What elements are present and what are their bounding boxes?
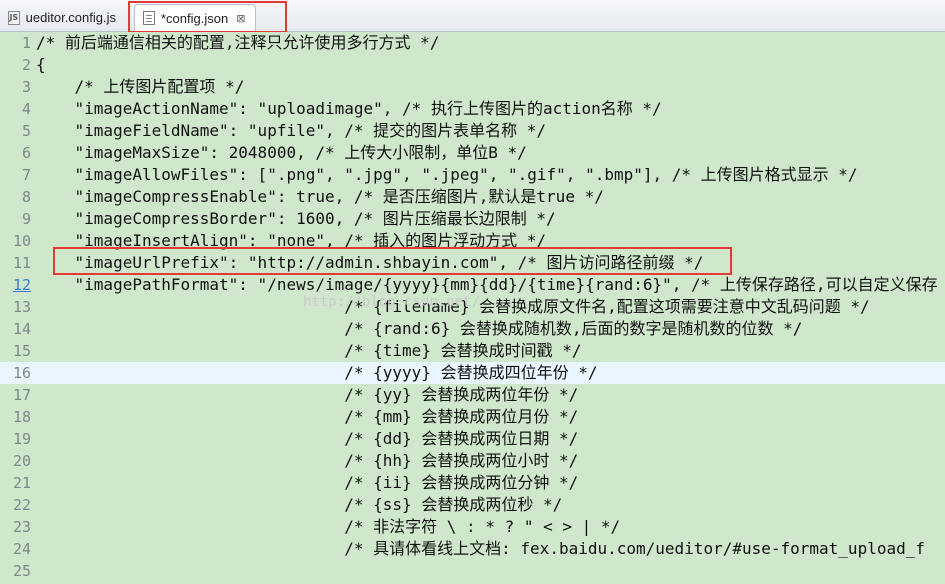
code-line[interactable]: 18 /* {mm} 会替换成两位月份 */: [0, 406, 945, 428]
line-number: 25: [12, 562, 31, 580]
line-number: 15: [12, 342, 31, 360]
tab-ueditor-config-js[interactable]: JS ueditor.config.js: [0, 4, 124, 31]
line-number: 21: [12, 474, 31, 492]
code-text[interactable]: /* {yyyy} 会替换成四位年份 */: [36, 362, 597, 384]
code-line[interactable]: 25: [0, 560, 945, 582]
tab-label: ueditor.config.js: [25, 10, 116, 25]
line-number: 24: [12, 540, 31, 558]
code-line[interactable]: 3 /* 上传图片配置项 */: [0, 76, 945, 98]
json-file-icon: [143, 11, 155, 25]
watermark: http://blog.csdn.net/: [303, 294, 481, 310]
code-line[interactable]: 20 /* {hh} 会替换成两位小时 */: [0, 450, 945, 472]
code-line[interactable]: 9 "imageCompressBorder": 1600, /* 图片压缩最长…: [0, 208, 945, 230]
code-text[interactable]: "imageActionName": "uploadimage", /* 执行上…: [36, 98, 662, 120]
code-line[interactable]: 19 /* {dd} 会替换成两位日期 */: [0, 428, 945, 450]
line-number: 8: [21, 188, 31, 206]
code-text[interactable]: /* 上传图片配置项 */: [36, 76, 245, 98]
line-number: 4: [21, 100, 31, 118]
code-text[interactable]: "imagePathFormat": "/news/image/{yyyy}{m…: [36, 274, 938, 296]
code-line[interactable]: 1 /* 前后端通信相关的配置,注释只允许使用多行方式 */: [0, 32, 945, 54]
code-text[interactable]: "imageMaxSize": 2048000, /* 上传大小限制，单位B *…: [36, 142, 527, 164]
tab-label: *config.json: [161, 10, 229, 26]
line-number: 10: [12, 232, 31, 250]
code-editor[interactable]: 1/* 前后端通信相关的配置,注释只允许使用多行方式 */2{3 /* 上传图片…: [0, 32, 945, 584]
code-line[interactable]: 2{: [0, 54, 945, 76]
code-text[interactable]: /* {ii} 会替换成两位分钟 */: [36, 472, 578, 494]
code-text[interactable]: /* 非法字符 \ : * ? " < > | */: [36, 516, 620, 538]
code-line[interactable]: 11 "imageUrlPrefix": "http://admin.shbay…: [0, 252, 945, 274]
line-number: 19: [12, 430, 31, 448]
tab-config-json[interactable]: *config.json ⊠: [134, 4, 256, 31]
code-line[interactable]: 16 /* {yyyy} 会替换成四位年份 */: [0, 362, 945, 384]
code-text[interactable]: "imageUrlPrefix": "http://admin.shbayin.…: [36, 252, 704, 274]
code-text[interactable]: {: [36, 54, 46, 76]
line-number: 22: [12, 496, 31, 514]
code-line[interactable]: 10 "imageInsertAlign": "none", /* 插入的图片浮…: [0, 230, 945, 252]
code-line[interactable]: 7 "imageAllowFiles": [".png", ".jpg", ".…: [0, 164, 945, 186]
code-line[interactable]: 17 /* {yy} 会替换成两位年份 */: [0, 384, 945, 406]
code-line[interactable]: 4 "imageActionName": "uploadimage", /* 执…: [0, 98, 945, 120]
code-text[interactable]: /* {yy} 会替换成两位年份 */: [36, 384, 578, 406]
line-number: 1: [21, 34, 31, 52]
code-text[interactable]: "imageFieldName": "upfile", /* 提交的图片表单名称…: [36, 120, 547, 142]
line-number: 12: [12, 276, 31, 294]
line-number: 6: [21, 144, 31, 162]
code-line[interactable]: 21 /* {ii} 会替换成两位分钟 */: [0, 472, 945, 494]
line-number: 20: [12, 452, 31, 470]
line-number: 18: [12, 408, 31, 426]
close-tab-icon[interactable]: ⊠: [236, 12, 245, 25]
line-number: 13: [12, 298, 31, 316]
line-number: 9: [21, 210, 31, 228]
code-text[interactable]: /* 具请体看线上文档: fex.baidu.com/ueditor/#use-…: [36, 538, 925, 560]
code-text[interactable]: "imageCompressEnable": true, /* 是否压缩图片,默…: [36, 186, 604, 208]
line-number: 14: [12, 320, 31, 338]
code-text[interactable]: /* {hh} 会替换成两位小时 */: [36, 450, 578, 472]
code-line[interactable]: 6 "imageMaxSize": 2048000, /* 上传大小限制，单位B…: [0, 142, 945, 164]
code-line[interactable]: 24 /* 具请体看线上文档: fex.baidu.com/ueditor/#u…: [0, 538, 945, 560]
code-line[interactable]: 5 "imageFieldName": "upfile", /* 提交的图片表单…: [0, 120, 945, 142]
code-line[interactable]: 14 /* {rand:6} 会替换成随机数,后面的数字是随机数的位数 */: [0, 318, 945, 340]
line-number: 3: [21, 78, 31, 96]
code-line[interactable]: 22 /* {ss} 会替换成两位秒 */: [0, 494, 945, 516]
code-text[interactable]: /* 前后端通信相关的配置,注释只允许使用多行方式 */: [36, 32, 439, 54]
line-number: 11: [12, 254, 31, 272]
code-text[interactable]: /* {rand:6} 会替换成随机数,后面的数字是随机数的位数 */: [36, 318, 802, 340]
line-number: 7: [21, 166, 31, 184]
code-text[interactable]: "imageCompressBorder": 1600, /* 图片压缩最长边限…: [36, 208, 556, 230]
code-text[interactable]: "imageAllowFiles": [".png", ".jpg", ".jp…: [36, 164, 858, 186]
code-line[interactable]: 23 /* 非法字符 \ : * ? " < > | */: [0, 516, 945, 538]
line-number: 5: [21, 122, 31, 140]
code-text[interactable]: /* {ss} 会替换成两位秒 */: [36, 494, 562, 516]
code-line[interactable]: 15 /* {time} 会替换成时间戳 */: [0, 340, 945, 362]
line-number: 16: [12, 364, 31, 382]
line-number: 2: [21, 56, 31, 74]
code-text[interactable]: /* {mm} 会替换成两位月份 */: [36, 406, 578, 428]
line-number: 17: [12, 386, 31, 404]
code-text[interactable]: /* {dd} 会替换成两位日期 */: [36, 428, 578, 450]
js-file-icon: JS: [8, 10, 20, 25]
code-line[interactable]: 12 "imagePathFormat": "/news/image/{yyyy…: [0, 274, 945, 296]
editor-tab-bar: JS ueditor.config.js *config.json ⊠: [0, 0, 945, 33]
code-text[interactable]: /* {time} 会替换成时间戳 */: [36, 340, 581, 362]
code-line[interactable]: 8 "imageCompressEnable": true, /* 是否压缩图片…: [0, 186, 945, 208]
code-text[interactable]: "imageInsertAlign": "none", /* 插入的图片浮动方式…: [36, 230, 547, 252]
line-number: 23: [12, 518, 31, 536]
